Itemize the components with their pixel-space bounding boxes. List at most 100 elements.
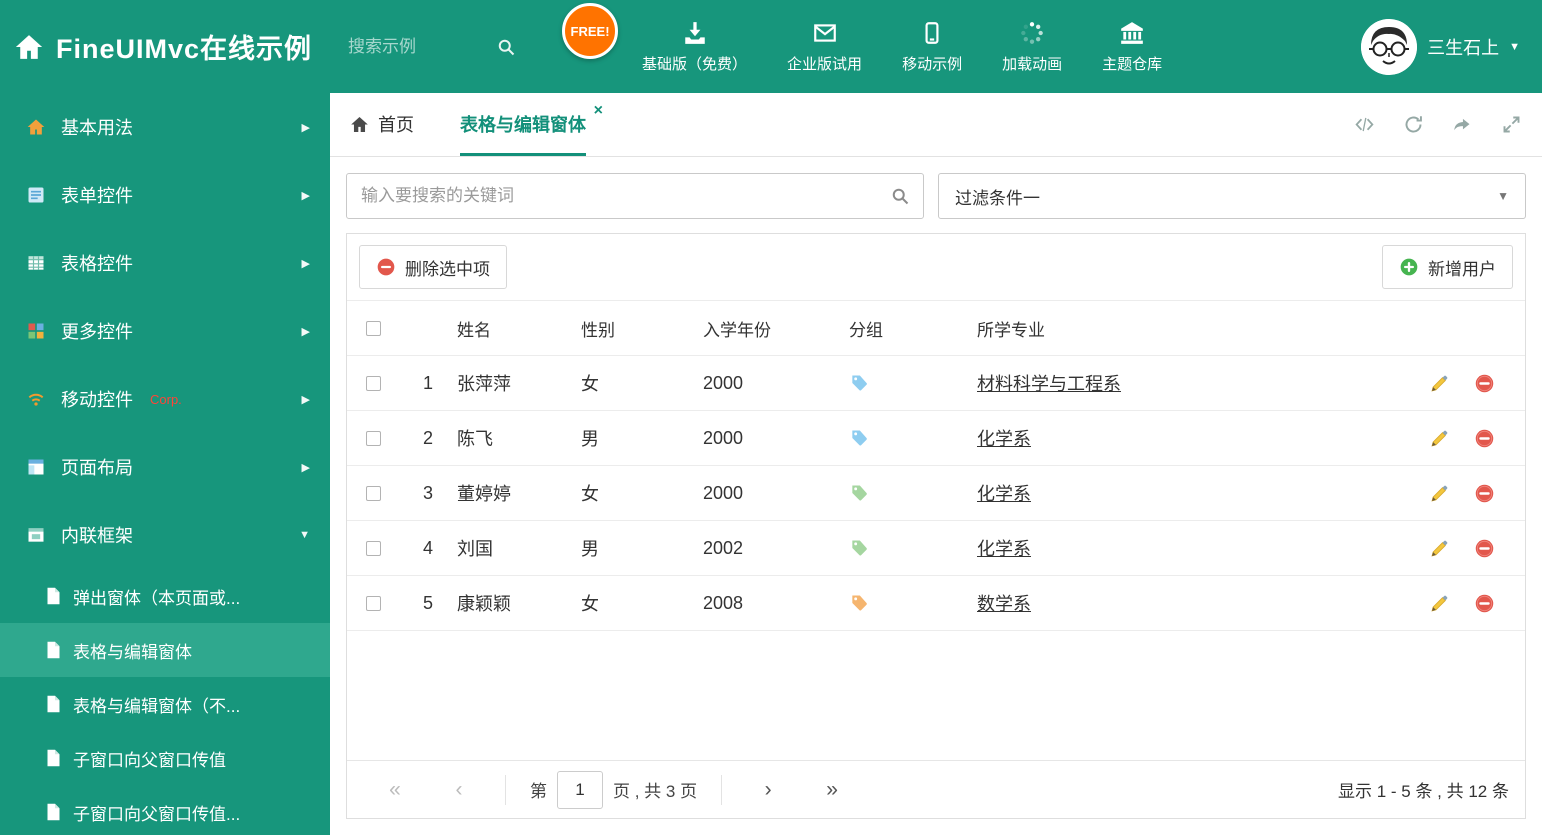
share-icon[interactable] [1452,114,1473,135]
edit-pencil-icon[interactable] [1429,373,1450,394]
row-checkbox[interactable] [365,540,381,556]
delete-selected-button[interactable]: 删除选中项 [359,245,507,289]
record-summary: 显示 1 - 5 条 , 共 12 条 [1338,782,1509,801]
row-checkbox[interactable] [365,430,381,446]
header-nav-item-4[interactable]: 主题仓库 [1102,20,1162,74]
column-header-0[interactable]: 姓名 [457,316,581,341]
home-icon [350,115,369,134]
edit-pencil-icon[interactable] [1429,538,1450,559]
sidebar-subitem-1[interactable]: 表格与编辑窗体 [0,623,330,677]
file-icon [46,749,61,767]
tab-0[interactable]: 首页 [350,93,414,156]
major-link[interactable]: 化学系 [977,484,1031,504]
edit-pencil-icon[interactable] [1429,428,1450,449]
chevron-down-icon: ▼ [299,529,310,541]
delete-row-icon[interactable] [1474,538,1495,559]
keyword-input[interactable] [347,186,877,206]
form-icon [26,185,46,205]
major-link[interactable]: 材料科学与工程系 [977,374,1121,394]
sidebar-item-0[interactable]: 基本用法 ▶ [0,93,330,161]
row-checkbox[interactable] [365,595,381,611]
avatar [1361,18,1418,75]
page-number-input[interactable] [557,770,603,809]
sidebar-item-3[interactable]: 更多控件 ▶ [0,297,330,365]
grid-toolbar: 删除选中项 新增用户 [347,234,1525,301]
major-link[interactable]: 化学系 [977,539,1031,559]
delete-row-icon[interactable] [1474,593,1495,614]
header-nav-item-3[interactable]: 加载动画 [1002,20,1062,74]
column-header-2[interactable]: 入学年份 [703,316,849,341]
row-number: 4 [422,537,433,558]
header-nav-item-2[interactable]: 移动示例 [902,20,962,74]
sidebar-subitem-4[interactable]: 子窗口向父窗口传值... [0,785,330,835]
file-icon [46,803,61,821]
corp-badge: Corp. [150,391,182,407]
search-icon[interactable] [496,37,516,57]
column-header-3[interactable]: 分组 [849,316,977,341]
next-page-button[interactable]: › [736,778,800,802]
username: 三生石上 [1427,37,1500,58]
sidebar-subitem-label: 表格与编辑窗体（不... [73,696,241,716]
sidebar-item-4[interactable]: 移动控件 Corp. ▶ [0,365,330,433]
last-page-button[interactable]: » [800,778,864,802]
sidebar-item-label: 更多控件 [61,322,133,342]
minus-circle-icon [376,257,396,277]
mobile-icon [919,20,945,46]
cell-name: 陈飞 [457,429,493,449]
filter-dropdown[interactable]: 过滤条件一 ▼ [938,173,1526,219]
major-link[interactable]: 数学系 [977,594,1031,614]
row-number: 2 [422,427,433,448]
filter-row: 过滤条件一 ▼ [346,173,1526,219]
tab-1[interactable]: 表格与编辑窗体 × [460,93,603,156]
table-row: 3 董婷婷 女 2000 化学系 [347,466,1525,521]
sidebar-item-label: 表单控件 [61,186,133,206]
column-header-4[interactable]: 所学专业 [977,316,1413,341]
delete-row-icon[interactable] [1474,373,1495,394]
select-all-checkbox[interactable] [365,320,381,336]
sidebar-subitem-3[interactable]: 子窗口向父窗口传值 [0,731,330,785]
app-window: FineUIMvc在线示例 FREE! 基础版（免费） 企业版试用 移动示例 加载动画… [0,0,1542,835]
add-user-button[interactable]: 新增用户 [1382,245,1513,289]
column-header-1[interactable]: 性别 [581,316,703,341]
cell-year: 2000 [703,427,744,448]
fullscreen-icon[interactable] [1501,114,1522,135]
sidebar-item-1[interactable]: 表单控件 ▶ [0,161,330,229]
edit-pencil-icon[interactable] [1429,593,1450,614]
tag-icon [849,373,977,393]
row-checkbox[interactable] [365,485,381,501]
row-checkbox[interactable] [365,375,381,391]
grid-empty-space [347,631,1525,760]
sidebar-item-label: 移动控件 [61,390,133,410]
header-search-input[interactable] [346,35,497,58]
brand[interactable]: FineUIMvc在线示例 [14,27,312,66]
prev-page-button[interactable]: ‹ [427,778,491,802]
file-icon [46,641,61,659]
cell-name: 张萍萍 [457,374,511,394]
delete-row-icon[interactable] [1474,428,1495,449]
sidebar-item-6[interactable]: 内联框架 ▼ [0,501,330,569]
tag-icon [849,483,977,503]
sidebar-subitem-2[interactable]: 表格与编辑窗体（不... [0,677,330,731]
delete-row-icon[interactable] [1474,483,1495,504]
search-icon[interactable] [877,186,923,206]
sidebar-item-2[interactable]: 表格控件 ▶ [0,229,330,297]
code-icon[interactable] [1354,114,1375,135]
header-nav-item-1[interactable]: 企业版试用 [787,20,862,74]
header-nav: FREE! 基础版（免费） 企业版试用 移动示例 加载动画 主题仓库 [562,0,1162,93]
edit-pencil-icon[interactable] [1429,483,1450,504]
sidebar-item-5[interactable]: 页面布局 ▶ [0,433,330,501]
first-page-button[interactable]: « [363,778,427,802]
caret-down-icon: ▼ [1509,40,1520,53]
close-icon[interactable]: × [594,103,603,119]
envelope-icon [812,20,838,46]
row-number: 5 [422,592,433,613]
cell-year: 2002 [703,537,744,558]
user-menu[interactable]: 三生石上 ▼ [1361,18,1520,75]
sidebar: 基本用法 ▶ 表单控件 ▶ 表格控件 ▶ 更多控件 ▶ 移动控件 Corp. ▶ 页面布局 ▶ 内联框架 ▼… [0,93,330,835]
page-suffix: 页 , 共 3 页 [613,782,698,801]
major-link[interactable]: 化学系 [977,429,1031,449]
sidebar-subitem-0[interactable]: 弹出窗体（本页面或... [0,569,330,623]
cell-gender: 女 [581,594,599,614]
header-nav-item-0[interactable]: 基础版（免费） [642,20,747,74]
refresh-icon[interactable] [1403,114,1424,135]
